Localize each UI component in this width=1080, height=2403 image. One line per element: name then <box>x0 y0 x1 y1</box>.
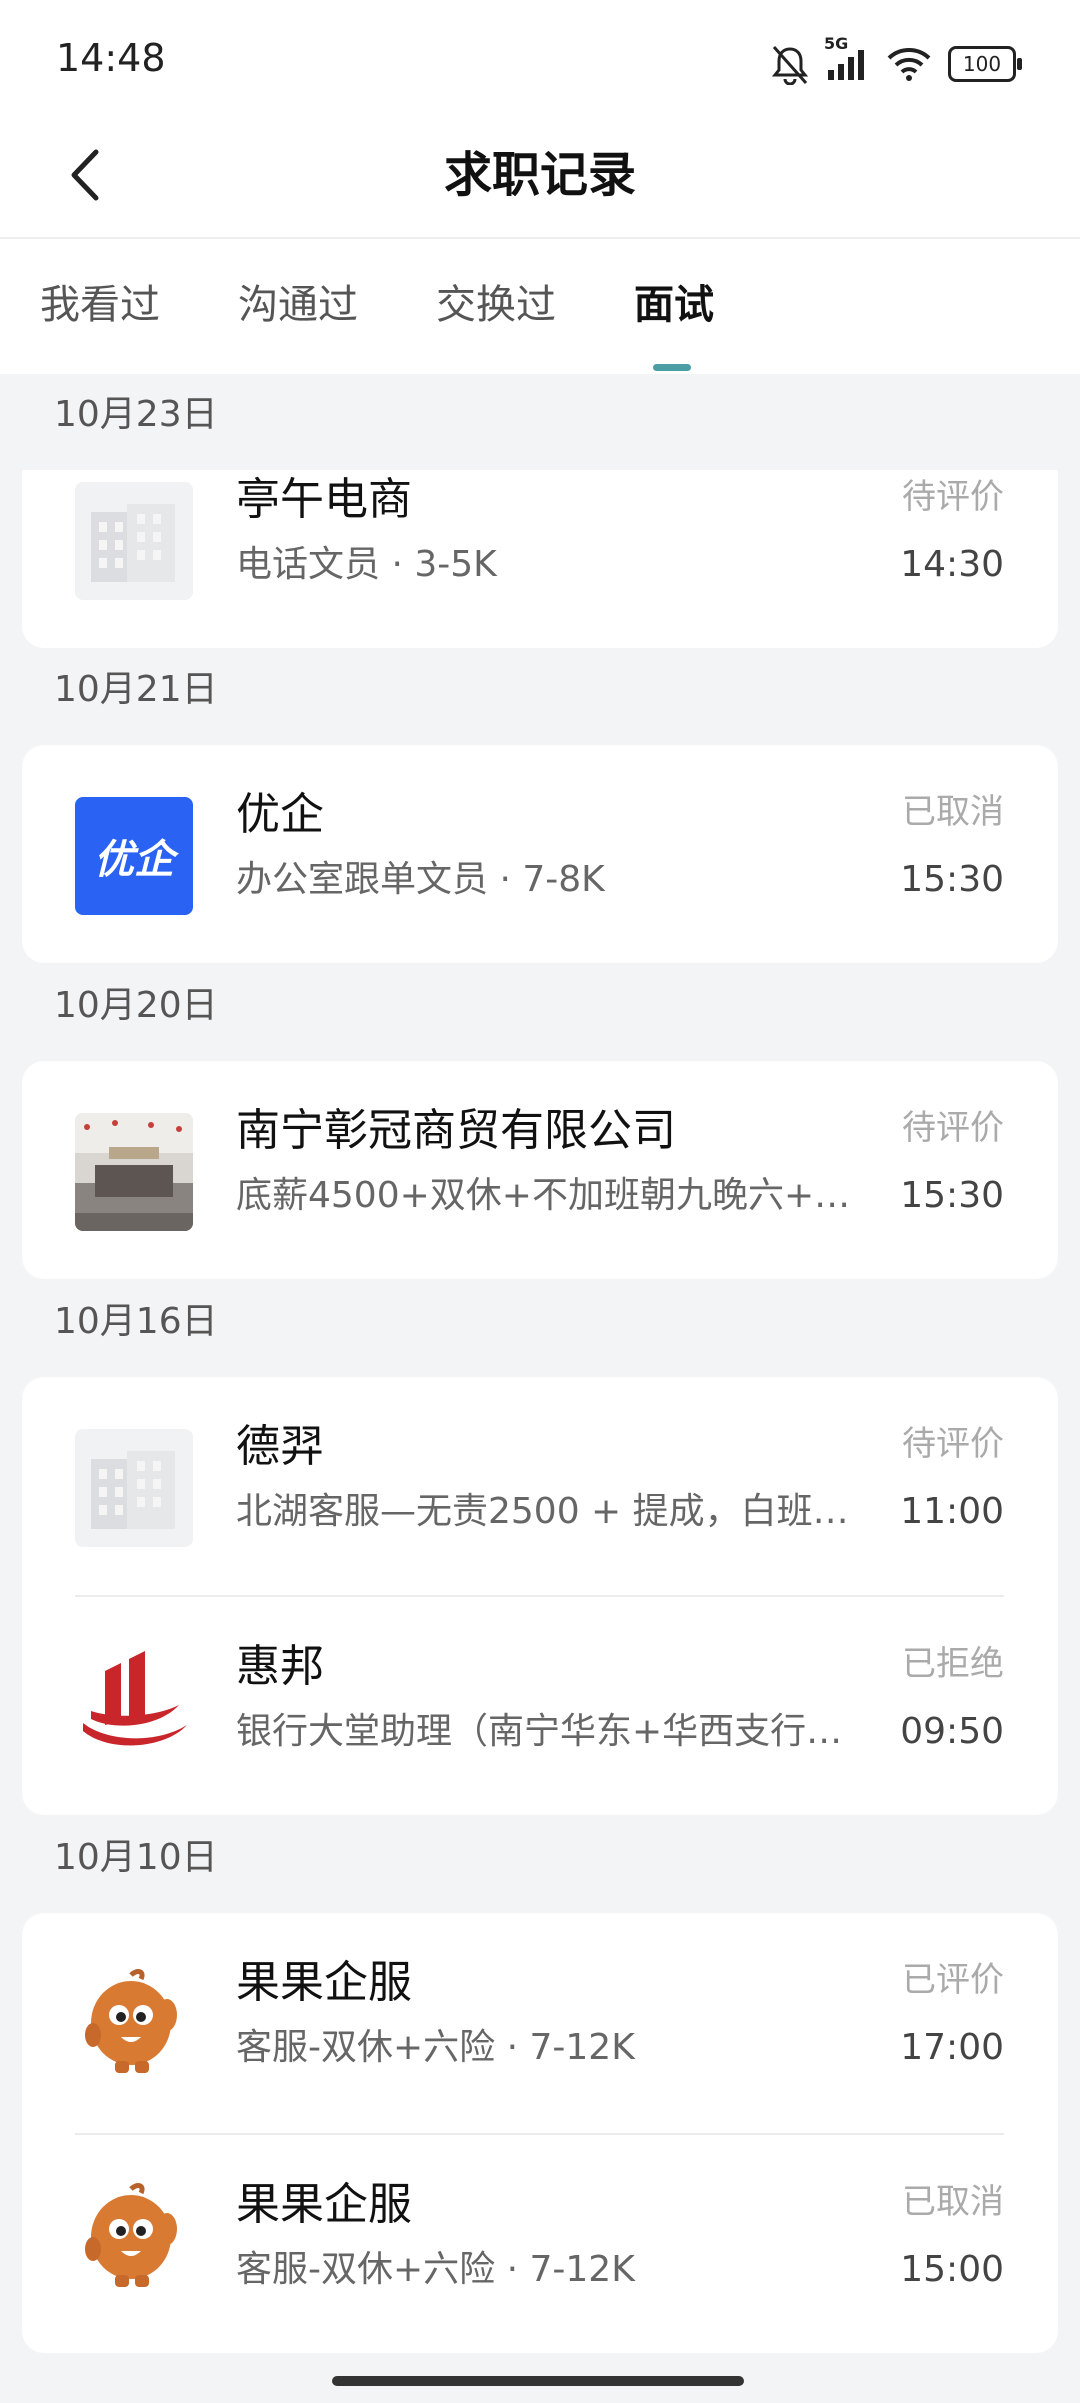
interview-time: 17:00 <box>900 2027 1004 2068</box>
interview-card: 南宁彰冠商贸有限公司 底薪4500+双休+不加班朝九晚六+… 待评价 15:30 <box>22 1061 1058 1279</box>
interview-time: 15:30 <box>900 1175 1004 1216</box>
interview-card: 优企 优企 办公室跟单文员 · 7-8K 已取消 15:30 <box>22 745 1058 963</box>
huibang-logo <box>75 1641 193 1759</box>
company-name: 南宁彰冠商贸有限公司 <box>236 1105 676 1156</box>
date-header: 10月10日 <box>54 1837 218 1878</box>
mascot-logo <box>75 1965 193 2083</box>
youqi-logo: 优企 <box>75 797 193 915</box>
company-name: 亭午电商 <box>236 474 412 525</box>
signal-icon: 5G <box>824 34 870 82</box>
nav-bar: 求职记录 <box>0 120 1080 238</box>
interview-status: 待评价 <box>902 477 1004 517</box>
wifi-icon <box>887 48 931 81</box>
office-photo <box>75 1113 193 1231</box>
interview-status: 已拒绝 <box>902 1644 1004 1684</box>
interview-time: 14:30 <box>900 544 1004 585</box>
interview-item[interactable]: 果果企服 客服-双休+六险 · 7-12K 已取消 15:00 <box>22 2135 1058 2353</box>
interview-item[interactable]: 优企 优企 办公室跟单文员 · 7-8K 已取消 15:30 <box>22 745 1058 963</box>
network-type: 5G <box>824 34 849 53</box>
job-subtitle: 电话文员 · 3-5K <box>236 544 497 585</box>
building-placeholder-icon <box>75 1429 193 1547</box>
date-header: 10月20日 <box>54 985 218 1026</box>
status-bar: 14:48 5G 100 <box>0 0 1080 120</box>
battery-icon: 100 <box>948 46 1022 82</box>
tab-bar: 我看过 沟通过 交换过 面试 <box>0 239 1080 374</box>
interview-item[interactable]: 德羿 北湖客服—无责2500 + 提成，白班… 待评价 11:00 <box>22 1377 1058 1595</box>
job-subtitle: 客服-双休+六险 · 7-12K <box>236 2027 635 2068</box>
interview-time: 09:50 <box>900 1711 1004 1752</box>
mascot-logo <box>75 2179 193 2297</box>
interview-card: 果果企服 客服-双休+六险 · 7-12K 已评价 17:00 果果企服 客服-… <box>22 1913 1058 2353</box>
job-subtitle: 北湖客服—无责2500 + 提成，白班… <box>236 1491 849 1532</box>
interview-time: 15:30 <box>900 859 1004 900</box>
interview-status: 已评价 <box>902 1960 1004 2000</box>
mute-bell-icon <box>771 46 809 85</box>
interview-item[interactable]: 南宁彰冠商贸有限公司 底薪4500+双休+不加班朝九晚六+… 待评价 15:30 <box>22 1061 1058 1279</box>
interview-item[interactable]: 亭午电商 电话文员 · 3-5K 待评价 14:30 <box>22 430 1058 648</box>
status-time: 14:48 <box>56 36 166 80</box>
company-name: 果果企服 <box>236 2179 412 2230</box>
interview-status: 待评价 <box>902 1424 1004 1464</box>
youqi-logo-text: 优企 <box>94 837 174 883</box>
interview-card: 德羿 北湖客服—无责2500 + 提成，白班… 待评价 11:00 惠邦 银行大… <box>22 1377 1058 1815</box>
page-title: 求职记录 <box>443 147 636 203</box>
tab-viewed[interactable]: 我看过 <box>40 277 160 333</box>
tab-interview[interactable]: 面试 <box>634 277 714 333</box>
home-indicator[interactable] <box>332 2376 744 2386</box>
tab-exchanged[interactable]: 交换过 <box>436 277 556 333</box>
interview-time: 11:00 <box>900 1491 1004 1532</box>
company-name: 优企 <box>236 789 324 840</box>
interview-status: 已取消 <box>902 792 1004 832</box>
company-name: 德羿 <box>236 1421 324 1472</box>
job-subtitle: 客服-双休+六险 · 7-12K <box>236 2249 635 2290</box>
interview-time: 15:00 <box>900 2249 1004 2290</box>
date-header: 10月16日 <box>54 1301 218 1342</box>
job-subtitle: 底薪4500+双休+不加班朝九晚六+… <box>236 1175 851 1216</box>
interview-card: 亭午电商 电话文员 · 3-5K 待评价 14:30 <box>22 470 1058 648</box>
interview-item[interactable]: 果果企服 客服-双休+六险 · 7-12K 已评价 17:00 <box>22 1913 1058 2131</box>
interview-status: 已取消 <box>902 2182 1004 2222</box>
interview-status: 待评价 <box>902 1108 1004 1148</box>
date-header: 10月21日 <box>54 669 218 710</box>
tab-communicated[interactable]: 沟通过 <box>238 277 358 333</box>
status-icons: 5G 100 <box>770 34 1022 86</box>
tab-active-indicator <box>653 364 691 371</box>
job-subtitle: 办公室跟单文员 · 7-8K <box>236 859 605 900</box>
building-placeholder-icon <box>75 482 193 600</box>
job-subtitle: 银行大堂助理（南宁华东+华西支行… <box>236 1711 843 1752</box>
company-name: 惠邦 <box>236 1641 324 1692</box>
company-name: 果果企服 <box>236 1957 412 2008</box>
interview-item[interactable]: 惠邦 银行大堂助理（南宁华东+华西支行… 已拒绝 09:50 <box>22 1597 1058 1815</box>
